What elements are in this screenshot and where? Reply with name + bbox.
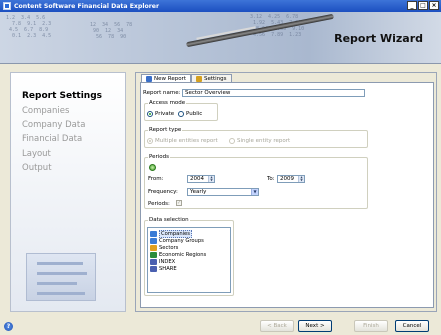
access-public-label: Public [186, 111, 203, 117]
to-year-spinner[interactable]: 2009 ▲ ▼ [277, 175, 305, 183]
spinner-arrows-icon[interactable]: ▲ ▼ [208, 176, 214, 182]
app-icon [3, 2, 11, 10]
wizard-steps-panel: Report Settings Companies Company Data F… [10, 72, 126, 312]
list-item-sectors[interactable]: Sectors [150, 244, 178, 251]
list-item-label: Company Groups [159, 237, 204, 244]
wizard-content-panel: New Report Settings Report name: Sector … [135, 72, 437, 312]
step-financial-data: Financial Data [22, 134, 83, 144]
access-mode-caption: Access mode [148, 100, 187, 106]
step-output: Output [22, 163, 52, 173]
report-type-group: Report type Multiple entities report Sin… [144, 127, 368, 148]
report-name-label: Report name: [143, 90, 181, 96]
step-companies: Companies [22, 106, 70, 116]
wizard-banner: 1.2 3.4 5.6 7.8 9.1 2.3 4.5 6.7 8.9 0.1 … [0, 12, 441, 64]
from-year-spinner[interactable]: 2004 ▲ ▼ [187, 175, 215, 183]
periods-checkbox[interactable]: ✓ [176, 200, 182, 206]
companies-icon [150, 230, 157, 237]
company-groups-icon [150, 237, 157, 244]
access-private-radio[interactable]: Private [147, 111, 174, 117]
help-icon[interactable]: ? [4, 322, 13, 331]
frequency-select[interactable]: Yearly ▼ [187, 188, 259, 196]
periods-caption: Periods [148, 154, 171, 160]
radio-dot [147, 138, 153, 144]
window-controls: _ □ × [407, 1, 439, 10]
back-button[interactable]: < Back [260, 320, 294, 332]
list-item-company-groups[interactable]: Company Groups [150, 237, 204, 244]
list-item-economic-regions[interactable]: Economic Regions [150, 251, 206, 258]
data-selection-list[interactable]: Companies Company Groups Sectors Economi… [147, 227, 231, 293]
list-item-label: Sectors [159, 244, 179, 251]
new-report-tab-page: Report name: Sector Overview Access mode… [140, 82, 434, 308]
step-report-settings: Report Settings [22, 91, 103, 101]
multiple-entities-label: Multiple entities report [155, 138, 218, 144]
periods-label: Periods: [148, 201, 170, 207]
step-layout: Layout [22, 149, 51, 159]
share-icon [150, 265, 157, 272]
maximize-button[interactable]: □ [418, 1, 428, 10]
sectors-icon [150, 244, 157, 251]
radio-dot [229, 138, 235, 144]
report-type-caption: Report type [148, 127, 183, 133]
single-entity-radio[interactable]: Single entity report [229, 138, 290, 144]
frequency-value: Yearly [190, 189, 207, 195]
radio-dot [178, 111, 184, 117]
single-entity-label: Single entity report [237, 138, 291, 144]
list-item-label: Economic Regions [159, 251, 207, 258]
data-selection-group: Data selection Companies Company Groups … [144, 217, 234, 296]
multiple-entities-radio[interactable]: Multiple entities report [147, 138, 218, 144]
banner-background-figures: 12 34 56 78 90 12 34 56 78 90 [90, 22, 133, 40]
access-private-label: Private [155, 111, 175, 117]
from-year-value: 2004 [190, 176, 204, 182]
to-year-value: 2009 [280, 176, 294, 182]
refresh-periods-icon[interactable] [149, 164, 156, 171]
finish-button[interactable]: Finish [354, 320, 388, 332]
access-public-radio[interactable]: Public [178, 111, 202, 117]
from-label: From: [148, 176, 164, 182]
list-item-index[interactable]: INDEX [150, 258, 175, 265]
close-button[interactable]: × [429, 1, 439, 10]
list-item-companies[interactable]: Companies [150, 229, 192, 238]
spinner-arrows-icon[interactable]: ▲ ▼ [298, 176, 304, 182]
report-name-input[interactable]: Sector Overview [182, 89, 365, 97]
radio-dot [147, 111, 153, 117]
minimize-button[interactable]: _ [407, 1, 417, 10]
cancel-button[interactable]: Cancel [395, 320, 429, 332]
window-title: Content Software Financial Data Explorer [14, 2, 160, 10]
access-mode-group: Access mode Private Public [144, 100, 218, 121]
step-company-data: Company Data [22, 120, 86, 130]
periods-group: Periods From: 2004 ▲ ▼ To: 2009 ▲ ▼ Freque… [144, 154, 368, 209]
title-bar: Content Software Financial Data Explorer… [0, 0, 441, 12]
to-label: To: [267, 176, 275, 182]
frequency-label: Frequency: [148, 189, 178, 195]
banner-background-figures: 1.2 3.4 5.6 7.8 9.1 2.3 4.5 6.7 8.9 0.1 … [6, 15, 52, 39]
next-button[interactable]: Next > [298, 320, 332, 332]
data-selection-caption: Data selection [148, 217, 190, 223]
list-item-share[interactable]: SHARE [150, 265, 177, 272]
chevron-down-icon[interactable]: ▼ [251, 189, 258, 195]
banner-title: Report Wizard [334, 32, 423, 45]
economic-regions-icon [150, 251, 157, 258]
list-item-label: INDEX [159, 258, 176, 265]
index-icon [150, 258, 157, 265]
list-item-label: SHARE [159, 265, 177, 272]
document-graphic [26, 253, 96, 301]
